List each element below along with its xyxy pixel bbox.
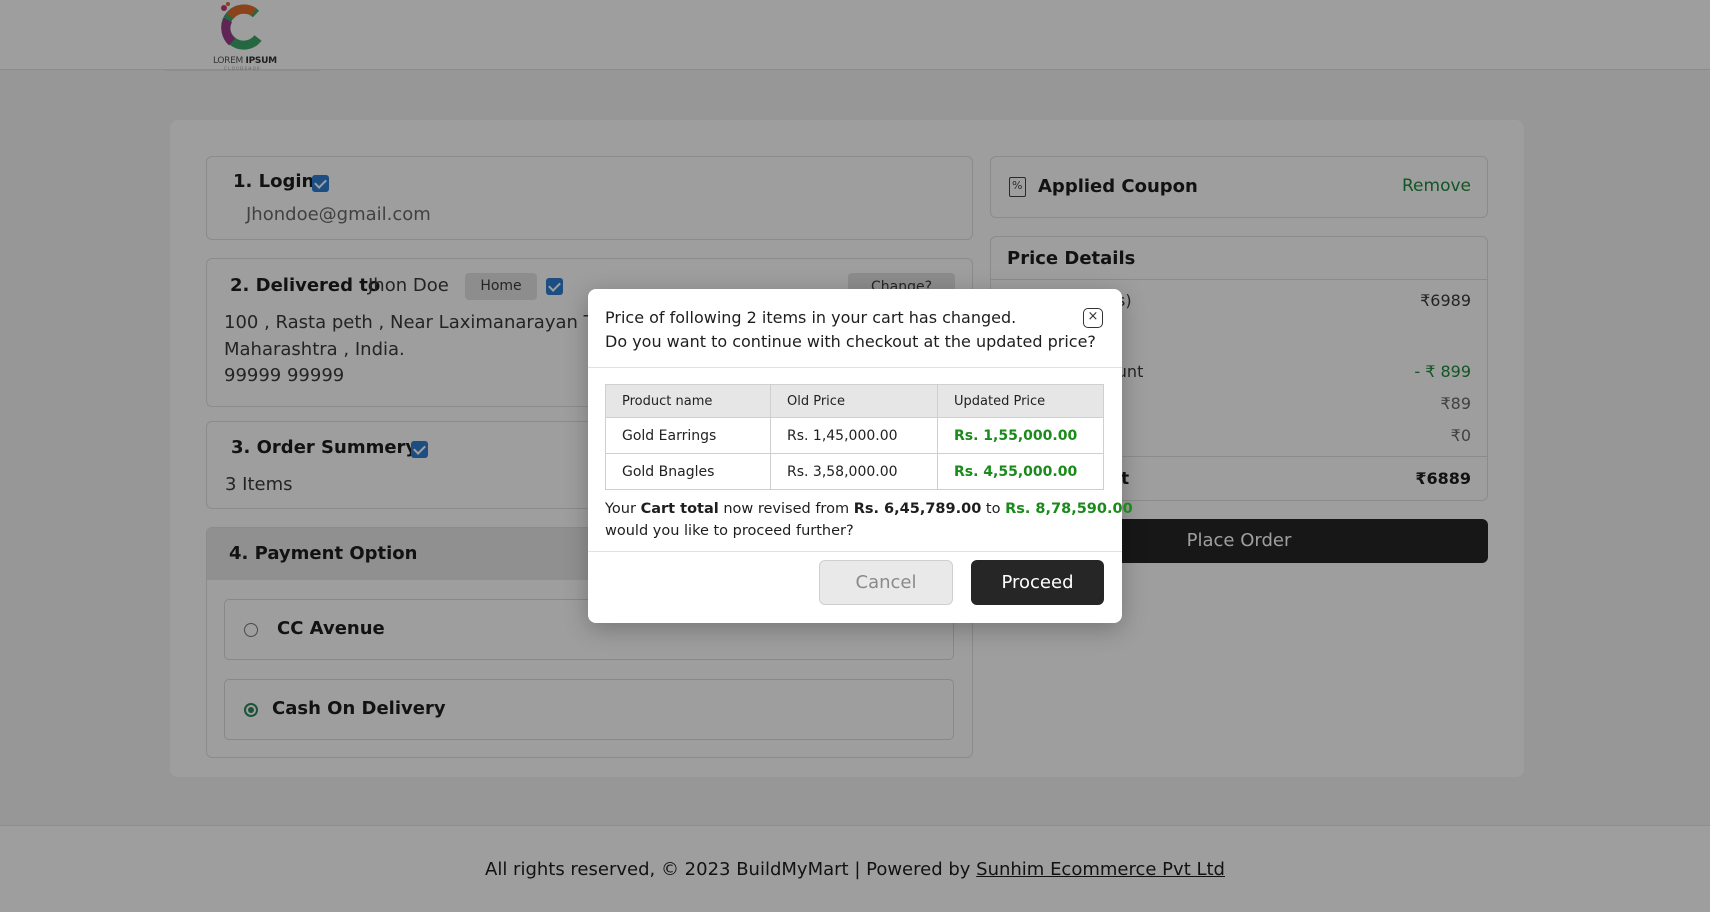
updated-price-cell: Rs. 1,55,000.00 (937, 417, 1104, 454)
cancel-button[interactable]: Cancel (819, 560, 953, 605)
table-header-row: Product name Old Price Updated Price (605, 384, 1104, 418)
column-header: Old Price (770, 384, 938, 418)
proceed-button[interactable]: Proceed (971, 560, 1104, 605)
column-header: Updated Price (937, 384, 1104, 418)
updated-price-cell: Rs. 4,55,000.00 (937, 453, 1104, 490)
close-icon[interactable]: × (1083, 308, 1103, 328)
new-cart-total: Rs. 8,78,590.00 (1005, 501, 1133, 517)
dialog-divider (588, 367, 1122, 368)
table-row: Gold Earrings Rs. 1,45,000.00 Rs. 1,55,0… (605, 417, 1104, 454)
old-cart-total: Rs. 6,45,789.00 (853, 501, 982, 517)
product-name-cell: Gold Earrings (605, 417, 771, 454)
column-header: Product name (605, 384, 771, 418)
old-price-cell: Rs. 3,58,000.00 (770, 453, 938, 490)
dialog-message-line-1: Price of following 2 items in your cart … (605, 308, 1017, 327)
revised-total-text: Your Cart total now revised from Rs. 6,4… (605, 501, 1133, 517)
table-row: Gold Bnagles Rs. 3,58,000.00 Rs. 4,55,00… (605, 453, 1104, 490)
old-price-cell: Rs. 1,45,000.00 (770, 417, 938, 454)
product-name-cell: Gold Bnagles (605, 453, 771, 490)
price-change-dialog: Price of following 2 items in your cart … (588, 289, 1133, 623)
dialog-message-line-2: Do you want to continue with checkout at… (605, 332, 1096, 351)
price-change-table: Product name Old Price Updated Price Gol… (605, 384, 1104, 490)
proceed-question: would you like to proceed further? (605, 523, 854, 539)
dialog-divider (588, 551, 1122, 552)
